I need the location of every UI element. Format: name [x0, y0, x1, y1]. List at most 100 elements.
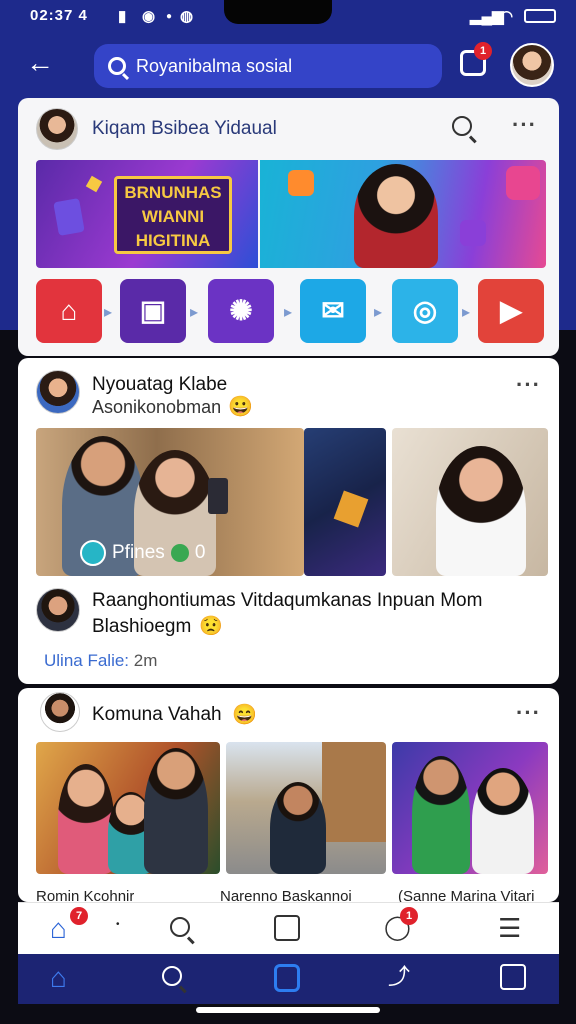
bottom-navigation: ⌂ ⤴: [18, 954, 559, 1004]
banner-title: BRNUNHAS WIANNI HIGITINA: [114, 176, 232, 254]
family-woman: [58, 764, 114, 874]
woman-headphones: [354, 164, 438, 268]
street-man: [270, 782, 326, 874]
emoji-sticker-icon: [288, 170, 314, 196]
status-time: 02:37 4: [30, 7, 88, 24]
featured-banner[interactable]: BRNUNHAS WIANNI HIGITINA: [36, 160, 546, 268]
commenter-avatar[interactable]: [36, 588, 80, 632]
post2-meta-label[interactable]: Ulina Falie:: [44, 651, 129, 670]
battery-icon: [524, 9, 556, 23]
app-media-button[interactable]: ▣: [120, 279, 186, 343]
nav-camera-icon[interactable]: [274, 964, 300, 992]
tab-menu-icon[interactable]: ☰: [498, 915, 528, 943]
app-play-button[interactable]: ▶: [478, 279, 544, 343]
laughing-woman: [436, 446, 526, 576]
home-indicator[interactable]: [196, 1007, 380, 1013]
tab-search[interactable]: [168, 915, 198, 943]
post3-party-photo[interactable]: [392, 742, 548, 874]
photo-caption-text: Pfines: [112, 542, 165, 563]
building: [322, 742, 386, 842]
family-man: [144, 748, 208, 874]
app-settings-button[interactable]: ✺: [208, 279, 274, 343]
play-app-icon: ▶: [500, 295, 522, 326]
post1-avatar[interactable]: [36, 108, 78, 150]
post3-street-photo[interactable]: [226, 742, 386, 874]
camera-notch: [224, 0, 332, 24]
nav-home-icon[interactable]: ⌂: [50, 964, 80, 992]
post2-avatar[interactable]: [36, 370, 80, 414]
music-sticker-icon: [460, 220, 486, 246]
circle-app-icon: ◎: [412, 295, 438, 326]
phone-screen: 02:37 4 ▮ ◉ ● ◍ ▂▄▆ ◠ ← Royanibalma sosi…: [0, 0, 576, 1024]
banner-left-panel: BRNUNHAS WIANNI HIGITINA: [36, 160, 258, 268]
message-badge: 1: [474, 42, 492, 60]
media-app-icon: ▣: [139, 295, 167, 326]
phone-in-photo: [208, 478, 228, 514]
banner-right-panel: [260, 160, 546, 268]
tab-search-icon: [170, 917, 190, 937]
post2-body-line2: Blashioegm: [92, 616, 192, 637]
nav-share-icon[interactable]: ⤴: [388, 964, 418, 992]
arrow-icon: ▸: [284, 304, 293, 321]
notifications-badge: 1: [400, 907, 418, 925]
party-person-1: [412, 756, 470, 874]
home-app-icon: ⌂: [60, 295, 78, 326]
post2-more-icon[interactable]: ···: [516, 372, 541, 398]
post3-more-icon[interactable]: ···: [516, 700, 541, 726]
arrow-icon: ▸: [462, 304, 471, 321]
dot-icon: •: [116, 919, 120, 930]
photo-caption: Pfines 0: [80, 540, 205, 566]
search-text: Royanibalma sosial: [136, 55, 293, 76]
post2-meta: Ulina Falie: 2m: [44, 651, 157, 671]
arrow-icon: ▸: [104, 304, 113, 321]
post2-side-photo[interactable]: [392, 428, 548, 576]
post3-family-photo[interactable]: [36, 742, 220, 874]
home-badge: 7: [70, 907, 88, 925]
photo-count: 0: [194, 542, 206, 563]
arrow-icon: ▸: [374, 304, 383, 321]
app-circle-button[interactable]: ◎: [392, 279, 458, 343]
sim-icon: ▮: [118, 8, 127, 25]
tab-create-icon[interactable]: [274, 915, 300, 941]
back-arrow-icon[interactable]: ←: [26, 48, 58, 80]
post3-author-name[interactable]: Komuna Vahah: [92, 704, 222, 726]
post2-meta-time: 2m: [133, 651, 158, 670]
nav-search-icon: [162, 966, 182, 986]
post2-author-name[interactable]: Nyouatag Klabe: [92, 374, 227, 396]
dot-icon: ●: [166, 11, 173, 22]
post2-body: Raanghontiumas Vitdaqumkanas Inpuan Mom …: [92, 588, 552, 640]
clock-icon: ◉: [142, 8, 156, 25]
profile-avatar[interactable]: [510, 43, 554, 87]
post2-abstract-photo[interactable]: [304, 428, 386, 576]
post2-subtitle: Asonikonobman: [92, 397, 222, 417]
signal-icon: ▂▄▆: [470, 8, 504, 25]
search-icon: [108, 57, 126, 75]
settings-app-icon: ✺: [229, 295, 253, 326]
confetti-icon: [85, 175, 103, 193]
status-bar: 02:37 4 ▮ ◉ ● ◍ ▂▄▆ ◠: [0, 0, 576, 34]
phone-sticker-icon: [53, 198, 85, 236]
post3-avatar[interactable]: [40, 692, 80, 732]
post1-title[interactable]: Kiqam Bsibea Yidaual: [92, 118, 277, 140]
arrow-icon: ▸: [190, 304, 199, 321]
tab-bar: ⌂ 7 • ◯ 1 ☰: [18, 902, 559, 954]
party-person-2: [472, 768, 534, 874]
smile-emoji-icon: 😀: [228, 396, 253, 418]
play-circle-icon: [80, 540, 106, 566]
grin-emoji-icon: 😄: [232, 704, 257, 726]
search-bar[interactable]: Royanibalma sosial: [94, 44, 442, 88]
post1-more-icon[interactable]: ···: [512, 112, 537, 138]
star-sticker-icon: [506, 166, 540, 200]
nav-search[interactable]: [160, 964, 190, 992]
map-app-icon: ✉: [321, 295, 345, 326]
app-map-button[interactable]: ✉: [300, 279, 366, 343]
post2-body-line1: Raanghontiumas Vitdaqumkanas Inpuan Mom: [92, 590, 483, 611]
app-home-button[interactable]: ⌂: [36, 279, 102, 343]
post-search-icon[interactable]: [452, 116, 472, 136]
green-dot-icon: [170, 544, 189, 562]
alarm-icon: ◍: [180, 8, 194, 25]
worried-emoji-icon: 😟: [199, 616, 223, 637]
nav-bookmark-icon[interactable]: [500, 964, 526, 990]
gem-sticker-icon: [333, 490, 369, 528]
wifi-icon: ◠: [500, 8, 514, 25]
